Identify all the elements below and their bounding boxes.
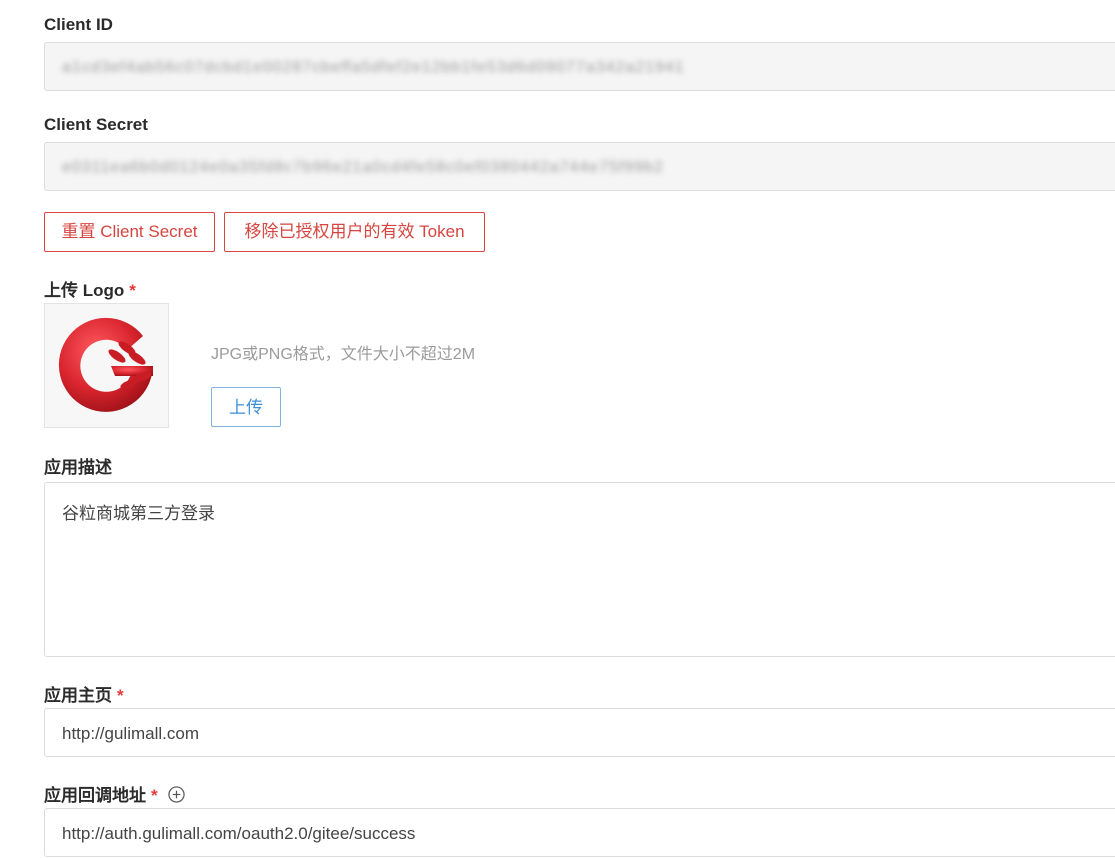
upload-button[interactable]: 上传: [211, 387, 281, 427]
description-value: 谷粒商城第三方登录: [62, 504, 215, 523]
required-mark: *: [151, 786, 158, 805]
upload-hint: JPG或PNG格式，文件大小不超过2M: [211, 346, 476, 363]
client-id-value: a1cd3ef4ab56c07dcbd1e00287cbeffa5dfef2e1…: [62, 59, 685, 76]
homepage-input[interactable]: http://gulimall.com: [44, 708, 1115, 757]
plus-circle-icon[interactable]: [168, 786, 186, 803]
description-label: 应用描述: [44, 458, 112, 477]
description-textarea[interactable]: 谷粒商城第三方登录: [44, 482, 1115, 657]
client-secret-field[interactable]: e0311ea6b0d0124e0a35fd8c7b96e21a0cd4fe58…: [44, 142, 1115, 191]
revoke-tokens-button[interactable]: 移除已授权用户的有效 Token: [224, 212, 485, 252]
homepage-label: 应用主页 *: [44, 686, 124, 705]
required-mark: *: [129, 281, 136, 300]
homepage-value: http://gulimall.com: [62, 724, 199, 743]
client-id-field[interactable]: a1cd3ef4ab56c07dcbd1e00287cbeffa5dfef2e1…: [44, 42, 1115, 91]
gulimall-logo-icon: [45, 304, 168, 427]
client-id-label: Client ID: [44, 15, 113, 34]
upload-logo-label: 上传 Logo *: [44, 281, 136, 300]
reset-client-secret-button[interactable]: 重置 Client Secret: [44, 212, 215, 252]
logo-preview: [44, 303, 169, 428]
required-mark: *: [117, 686, 124, 705]
callback-label: 应用回调地址 *: [44, 781, 186, 806]
client-secret-label: Client Secret: [44, 115, 148, 134]
client-secret-value: e0311ea6b0d0124e0a35fd8c7b96e21a0cd4fe58…: [62, 159, 664, 176]
callback-value: http://auth.gulimall.com/oauth2.0/gitee/…: [62, 824, 416, 843]
